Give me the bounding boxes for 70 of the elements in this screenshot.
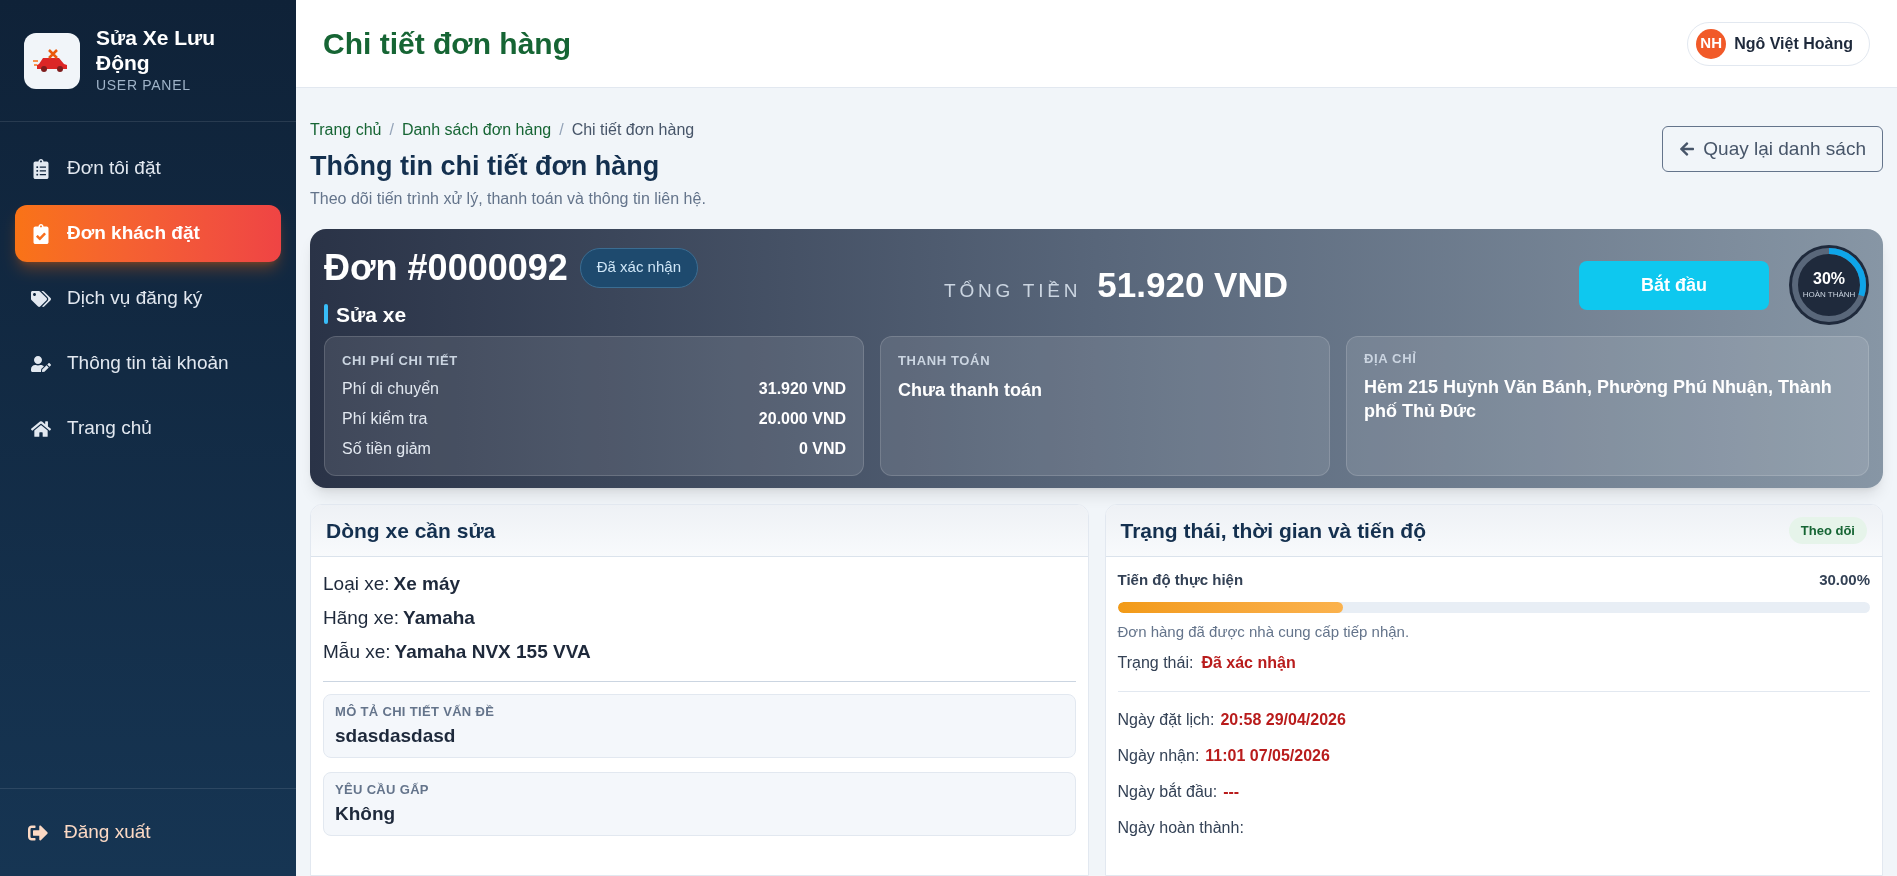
user-menu-button[interactable]: NH Ngô Việt Hoàng xyxy=(1687,21,1870,66)
date-label: Ngày hoàn thành: xyxy=(1117,818,1244,838)
info-box-label: YÊU CẦU GẤP xyxy=(335,781,430,799)
progress-reading: 30.00% xyxy=(1819,570,1870,590)
panel-label: CHI PHÍ CHI TIẾT xyxy=(342,352,459,370)
order-number: Đơn #0000092 xyxy=(324,245,568,290)
info-box-value: sdasdasdasd xyxy=(335,723,457,748)
section-subtitle: Theo dõi tiến trình xử lý, thanh toán và thông tin liên hệ. xyxy=(310,188,706,209)
section-title: Thông tin chi tiết đơn hàng xyxy=(310,150,661,183)
progress-caption: HOÀN THÀNH xyxy=(1802,289,1856,302)
card-title: Dòng xe cần sửa xyxy=(311,505,1088,557)
field-label: Loại xe: xyxy=(323,572,390,596)
brand-title: Sửa Xe Lưu Động xyxy=(96,25,217,75)
user-edit-icon xyxy=(31,353,51,374)
date-value: 20:58 29/04/2026 xyxy=(1220,710,1346,730)
breadcrumb-separator: / xyxy=(389,120,394,140)
clipboard-list-icon xyxy=(31,158,51,179)
sidebar-item[interactable]: Đơn tôi đặt xyxy=(15,140,281,197)
field-label: Hãng xe: xyxy=(323,606,400,630)
date-value: 11:01 07/05/2026 xyxy=(1205,746,1330,766)
status-label: Trạng thái: xyxy=(1117,653,1194,673)
home-icon xyxy=(31,418,51,439)
logout-link[interactable]: Đăng xuất xyxy=(28,818,151,847)
progress-label: Tiến độ thực hiện xyxy=(1117,570,1244,590)
panel-label: THANH TOÁN xyxy=(898,352,992,370)
breadcrumb-current: Chi tiết đơn hàng xyxy=(571,120,695,140)
field-value: Yamaha xyxy=(403,606,475,630)
arrow-left-icon xyxy=(1679,141,1696,157)
panel-label: ĐỊA CHỈ xyxy=(1364,350,1418,368)
progress-percent: 30% xyxy=(1813,269,1845,290)
sidebar-item[interactable]: Dịch vụ đăng ký xyxy=(15,270,281,327)
clipboard-check-icon xyxy=(31,223,51,244)
date-label: Ngày bắt đầu: xyxy=(1117,782,1218,802)
breadcrumb-link[interactable]: Trang chủ xyxy=(310,118,382,142)
payment-status: Chưa thanh toán xyxy=(898,378,1044,402)
info-box-label: MÔ TẢ CHI TIẾT VẤN ĐỀ xyxy=(335,703,496,721)
cost-value: 20.000 VND xyxy=(758,408,846,429)
date-label: Ngày nhận: xyxy=(1117,746,1200,766)
status-badge: Đã xác nhận xyxy=(579,247,698,288)
brand-subtitle: USER PANEL xyxy=(96,76,192,95)
back-button[interactable]: Quay lại danh sách xyxy=(1662,126,1883,172)
cost-label: Số tiền giảm xyxy=(342,438,431,459)
page-header-title: Chi tiết đơn hàng xyxy=(323,26,571,62)
logo-icon xyxy=(24,32,80,89)
card-title: Trạng thái, thời gian và tiến độ xyxy=(1120,517,1426,544)
field-value: Yamaha NVX 155 VVA xyxy=(394,640,591,664)
cost-value: 31.920 VND xyxy=(758,378,846,399)
status-value: Đã xác nhận xyxy=(1201,653,1296,673)
total-label: TỔNG TIỀN xyxy=(944,279,1082,303)
address-text: Hẻm 215 Huỳnh Văn Bánh, Phường Phú Nhuận, Thành phố Thủ Đức xyxy=(1364,375,1833,424)
user-name: Ngô Việt Hoàng xyxy=(1734,33,1853,54)
follow-badge: Theo dõi xyxy=(1788,516,1867,545)
service-accent-bar xyxy=(324,304,328,325)
breadcrumb-link[interactable]: Danh sách đơn hàng xyxy=(401,118,552,142)
date-label: Ngày đặt lịch: xyxy=(1117,710,1215,730)
sidebar-item[interactable]: Thông tin tài khoản xyxy=(15,335,281,392)
cost-label: Phí di chuyển xyxy=(342,378,439,399)
sidebar-item[interactable]: Trang chủ xyxy=(15,400,281,457)
cost-label: Phí kiểm tra xyxy=(342,408,428,429)
field-value: Xe máy xyxy=(393,572,461,596)
field-label: Mẫu xe: xyxy=(323,640,391,664)
service-name: Sửa xe xyxy=(336,301,407,328)
date-value: --- xyxy=(1223,782,1240,802)
user-avatar: NH xyxy=(1696,28,1727,59)
cost-value: 0 VND xyxy=(798,438,846,459)
tags-icon xyxy=(31,288,51,309)
total-amount: 51.920 VND xyxy=(1097,264,1288,306)
status-note: Đơn hàng đã được nhà cung cấp tiếp nhận. xyxy=(1117,621,1411,642)
info-box-value: Không xyxy=(335,801,397,826)
breadcrumb-separator: / xyxy=(559,120,564,140)
